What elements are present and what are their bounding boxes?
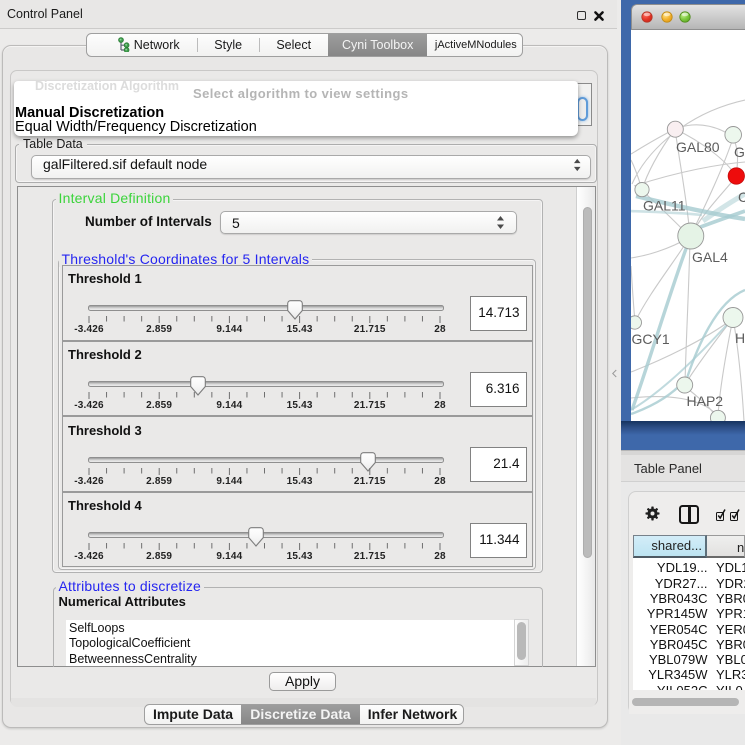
svg-text:GAL11: GAL11 — [643, 198, 686, 214]
svg-text:GCY1: GCY1 — [632, 331, 670, 347]
svg-text:GAL4: GAL4 — [692, 249, 728, 265]
svg-text:HAP2: HAP2 — [687, 393, 724, 409]
svg-text:GA: GA — [734, 144, 745, 160]
svg-text:GAL80: GAL80 — [676, 139, 720, 155]
svg-text:H: H — [735, 330, 745, 346]
svg-text:C: C — [738, 189, 745, 205]
